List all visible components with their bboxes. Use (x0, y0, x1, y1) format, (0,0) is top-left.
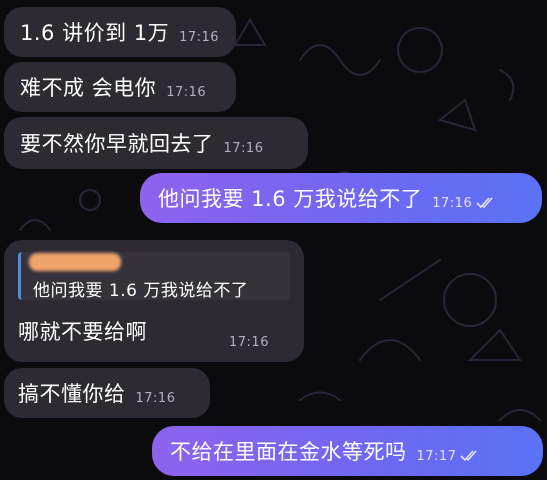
message-text: 难不成 会电你 (20, 76, 157, 100)
message-text: 要不然你早就回去了 (20, 132, 214, 156)
message-time: 17:16 (432, 195, 473, 211)
message-text: 不给在里面在金水等死吗 (170, 440, 407, 464)
reply-preview[interactable]: 他问我要 1.6 万我说给不了 (18, 252, 290, 301)
message-time: 17:16 (166, 84, 207, 100)
message-incoming-reply[interactable]: 他问我要 1.6 万我说给不了 哪就不要给啊 17:16 (4, 240, 304, 362)
double-check-icon (476, 197, 493, 209)
message-time: 17:17 (416, 448, 457, 464)
message-incoming[interactable]: 1.6 讲价到 1万 17:16 (4, 7, 236, 57)
message-text: 哪就不要给啊 (18, 320, 147, 344)
message-time: 17:16 (135, 390, 176, 406)
message-outgoing[interactable]: 他问我要 1.6 万我说给不了 17:16 (140, 173, 542, 223)
message-time: 17:16 (229, 335, 269, 350)
message-time: 17:16 (179, 29, 220, 45)
message-incoming[interactable]: 难不成 会电你 17:16 (4, 62, 236, 112)
reply-quote-text: 他问我要 1.6 万我说给不了 (33, 281, 249, 301)
double-check-icon (460, 450, 478, 462)
message-outgoing[interactable]: 不给在里面在金水等死吗 17:17 (152, 426, 543, 476)
chat-area: 1.6 讲价到 1万 17:16 难不成 会电你 17:16 要不然你早就回去了… (0, 0, 547, 480)
message-incoming[interactable]: 搞不懂你给 17:16 (4, 368, 210, 418)
message-time: 17:16 (223, 140, 264, 156)
message-text: 1.6 讲价到 1万 (20, 21, 170, 45)
message-incoming[interactable]: 要不然你早就回去了 17:16 (4, 117, 308, 169)
blurred-name (29, 253, 121, 271)
message-text: 搞不懂你给 (18, 382, 126, 406)
message-text: 他问我要 1.6 万我说给不了 (158, 187, 423, 211)
